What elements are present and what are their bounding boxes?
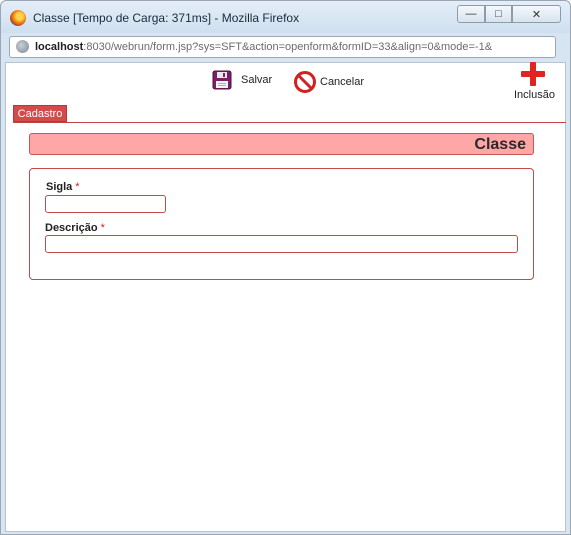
sigla-label: Sigla * — [46, 181, 80, 193]
url-host: localhost — [35, 41, 84, 53]
descricao-required-mark: * — [100, 222, 105, 234]
window-title: Classe [Tempo de Carga: 371ms] - Mozilla… — [33, 11, 300, 25]
descricao-input[interactable] — [45, 235, 518, 253]
browser-window: Classe [Tempo de Carga: 371ms] - Mozilla… — [0, 0, 571, 535]
tab-divider — [13, 122, 566, 123]
descricao-label: Descrição * — [45, 222, 105, 234]
firefox-logo-icon — [10, 10, 26, 26]
form-heading-text: Classe — [474, 136, 526, 153]
plus-icon — [521, 62, 545, 86]
close-button[interactable]: ✕ — [512, 5, 561, 23]
descricao-label-text: Descrição — [45, 222, 98, 234]
cancel-button[interactable]: Cancelar — [294, 71, 364, 93]
url-path: :8030/webrun/form.jsp?sys=SFT&action=ope… — [83, 41, 493, 53]
tab-cadastro[interactable]: Cadastro — [13, 105, 67, 122]
sigla-label-text: Sigla — [46, 181, 73, 193]
maximize-button[interactable]: □ — [485, 5, 512, 23]
title-bar: Classe [Tempo de Carga: 371ms] - Mozilla… — [1, 1, 570, 33]
add-label: Inclusão — [514, 89, 555, 101]
save-button[interactable]: Salvar — [212, 70, 272, 90]
sigla-input[interactable] — [45, 195, 166, 213]
form-fieldset: Sigla * Descrição * — [29, 168, 534, 280]
floppy-disk-icon — [212, 70, 232, 90]
page-content: Salvar Cancelar Inclusão Cadastro Classe… — [5, 62, 566, 532]
form-heading: Classe — [29, 133, 534, 155]
save-label: Salvar — [241, 74, 273, 86]
cancel-label: Cancelar — [320, 76, 365, 88]
minimize-button[interactable]: — — [457, 5, 485, 23]
address-bar[interactable]: localhost:8030/webrun/form.jsp?sys=SFT&a… — [9, 36, 556, 58]
add-button[interactable]: Inclusão — [512, 62, 555, 102]
url-text[interactable]: localhost:8030/webrun/form.jsp?sys=SFT&a… — [35, 41, 550, 53]
cancel-icon — [294, 71, 316, 93]
globe-icon — [16, 40, 29, 53]
sigla-required-mark: * — [75, 181, 80, 193]
